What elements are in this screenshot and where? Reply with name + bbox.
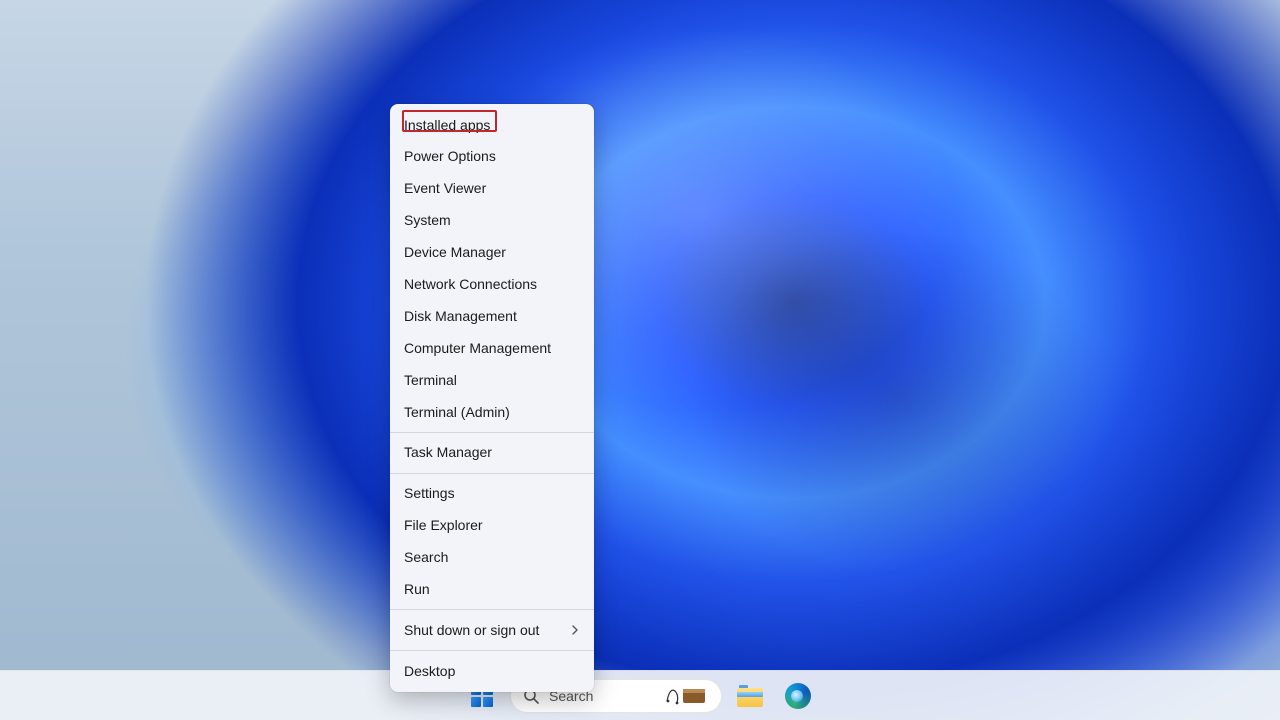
menu-separator xyxy=(390,473,594,474)
menu-item-label: File Explorer xyxy=(404,516,483,535)
menu-item-label: Power Options xyxy=(404,147,496,166)
menu-item-power-options[interactable]: Power Options xyxy=(390,141,594,173)
file-explorer-icon xyxy=(737,685,763,707)
edge-icon xyxy=(785,683,811,709)
menu-item-settings[interactable]: Settings xyxy=(390,478,594,510)
menu-item-run[interactable]: Run xyxy=(390,573,594,605)
menu-item-label: Search xyxy=(404,548,448,567)
taskbar: Search xyxy=(0,670,1280,720)
menu-item-terminal[interactable]: Terminal xyxy=(390,364,594,396)
menu-item-label: Settings xyxy=(404,484,455,503)
menu-item-terminal-admin[interactable]: Terminal (Admin) xyxy=(390,396,594,428)
menu-item-label: Computer Management xyxy=(404,339,551,358)
menu-item-label: Terminal (Admin) xyxy=(404,403,510,422)
menu-item-file-explorer[interactable]: File Explorer xyxy=(390,510,594,542)
menu-item-device-manager[interactable]: Device Manager xyxy=(390,237,594,269)
menu-item-label: Installed apps xyxy=(404,116,490,135)
menu-item-label: Event Viewer xyxy=(404,179,486,198)
menu-group-2: Task Manager xyxy=(390,436,594,470)
menu-item-label: Device Manager xyxy=(404,243,506,262)
edge-button[interactable] xyxy=(778,676,818,716)
menu-item-label: System xyxy=(404,211,451,230)
menu-group-5: Desktop xyxy=(390,654,594,688)
menu-item-task-manager[interactable]: Task Manager xyxy=(390,437,594,469)
menu-item-label: Shut down or sign out xyxy=(404,621,539,640)
menu-separator xyxy=(390,609,594,610)
start-context-menu: Installed apps Power Options Event Viewe… xyxy=(390,104,594,692)
menu-item-computer-management[interactable]: Computer Management xyxy=(390,332,594,364)
menu-item-label: Desktop xyxy=(404,662,455,681)
menu-item-search[interactable]: Search xyxy=(390,542,594,574)
menu-item-label: Terminal xyxy=(404,371,457,390)
chevron-right-icon xyxy=(570,625,580,635)
menu-item-system[interactable]: System xyxy=(390,205,594,237)
menu-item-network-connections[interactable]: Network Connections xyxy=(390,268,594,300)
menu-item-desktop[interactable]: Desktop xyxy=(390,655,594,687)
menu-item-disk-management[interactable]: Disk Management xyxy=(390,300,594,332)
menu-group-3: Settings File Explorer Search Run xyxy=(390,477,594,607)
menu-item-label: Network Connections xyxy=(404,275,537,294)
file-explorer-button[interactable] xyxy=(730,676,770,716)
menu-item-shutdown-signout[interactable]: Shut down or sign out xyxy=(390,614,594,646)
menu-group-1: Installed apps Power Options Event Viewe… xyxy=(390,108,594,429)
desktop-wallpaper xyxy=(0,0,1280,720)
menu-separator xyxy=(390,650,594,651)
menu-item-label: Run xyxy=(404,580,430,599)
menu-item-event-viewer[interactable]: Event Viewer xyxy=(390,173,594,205)
menu-item-label: Disk Management xyxy=(404,307,517,326)
menu-item-label: Task Manager xyxy=(404,443,492,462)
search-highlight-art-icon xyxy=(665,683,709,709)
menu-group-4: Shut down or sign out xyxy=(390,613,594,647)
menu-item-installed-apps[interactable]: Installed apps xyxy=(390,109,594,141)
menu-separator xyxy=(390,432,594,433)
